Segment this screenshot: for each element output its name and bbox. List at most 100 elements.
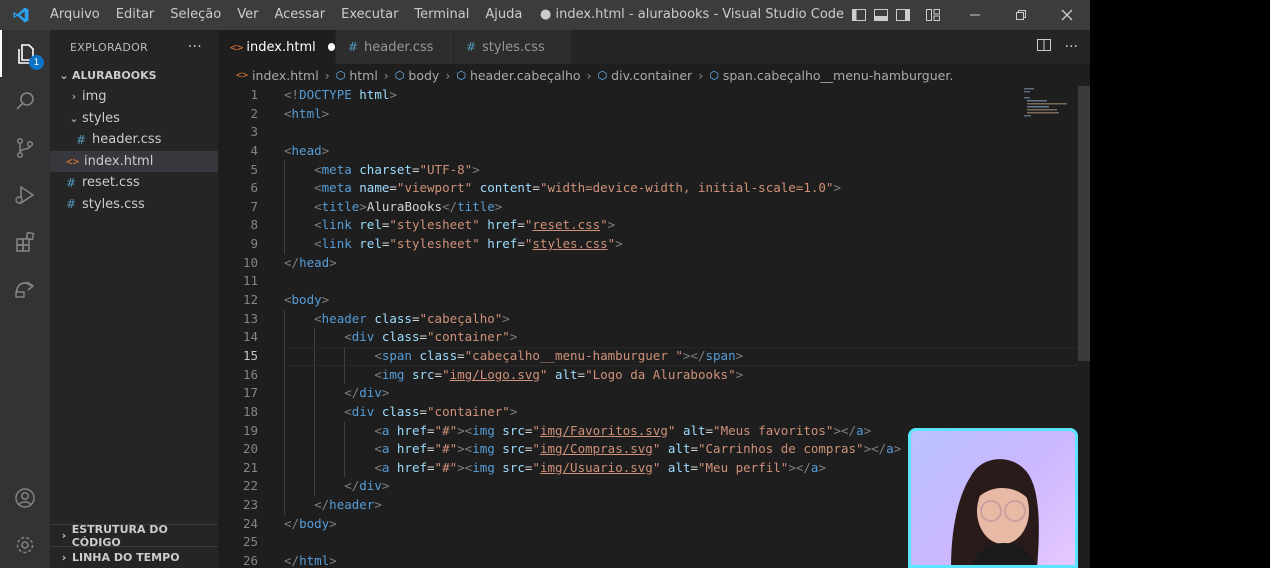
code-text: </header> (258, 496, 382, 515)
menu-item-4[interactable]: Acessar (266, 0, 333, 30)
code-line[interactable]: 13 <header class="cabeçalho"> (218, 309, 1078, 329)
code-line[interactable]: 11 (218, 272, 1078, 291)
source-control-icon[interactable] (0, 124, 50, 171)
tree-item-header-css[interactable]: # header.css (50, 129, 218, 151)
menu-item-6[interactable]: Terminal (406, 0, 477, 30)
code-line[interactable]: 3 (218, 123, 1078, 142)
menu-item-0[interactable]: Arquivo (42, 0, 108, 30)
css-file-icon: # (76, 132, 87, 147)
toggle-sidebar-icon[interactable] (848, 0, 870, 30)
code-line[interactable]: 12 <body> (218, 291, 1078, 310)
tree-item-label: header.css (92, 132, 162, 148)
indent-guide (314, 328, 316, 347)
code-line[interactable]: 16 <img src="img/Logo.svg" alt="Logo da … (218, 365, 1078, 385)
line-number: 10 (242, 254, 258, 270)
outline-section-header[interactable]: › ESTRUTURA DO CÓDIGO (50, 523, 218, 549)
indent-guide (314, 477, 316, 497)
code-line[interactable]: 17 </div> (218, 384, 1078, 403)
search-icon[interactable] (0, 77, 50, 124)
code-line[interactable]: 9 <link rel="stylesheet" href="styles.cs… (218, 235, 1078, 254)
breadcrumb-item[interactable]: index.html (252, 68, 319, 83)
chevron-right-icon: › (61, 551, 67, 564)
code-line[interactable]: 1 <!DOCTYPE html> (218, 86, 1078, 105)
code-line[interactable]: 18 <div class="container"> (218, 402, 1078, 422)
explorer-icon[interactable]: 1 (0, 30, 50, 77)
code-line[interactable]: 8 <link rel="stylesheet" href="reset.css… (218, 216, 1078, 236)
toggle-panel-icon[interactable] (870, 0, 892, 30)
scrollbar-thumb[interactable] (1078, 86, 1090, 361)
minimap[interactable] (1018, 86, 1078, 126)
indent-guide (284, 440, 285, 459)
indent-guide (344, 365, 346, 385)
tab-styles-css[interactable]: # styles.css (454, 30, 572, 64)
tab-header-css[interactable]: # header.css (336, 30, 454, 64)
element-symbol-icon: ⬡ (456, 68, 466, 82)
indent-guide (314, 365, 316, 385)
code-line[interactable]: 15 <span class="cabeçalho__menu-hamburgu… (218, 346, 1078, 366)
tree-item-index-html[interactable]: <> index.html (50, 150, 218, 172)
css-file-icon: # (66, 197, 77, 212)
tree-item-img[interactable]: › img (50, 86, 218, 108)
remote-explorer-icon[interactable] (0, 265, 50, 312)
line-number: 16 (242, 366, 258, 382)
vscode-logo-icon[interactable] (0, 6, 42, 24)
menu-item-1[interactable]: Editar (108, 0, 163, 30)
run-debug-icon[interactable] (0, 171, 50, 218)
breadcrumb-item[interactable]: span.cabeçalho__menu-hamburguer. (723, 68, 954, 83)
html-file-icon: <> (236, 69, 249, 81)
code-line[interactable]: 5 <meta charset="UTF-8"> (218, 160, 1078, 180)
line-number: 26 (242, 553, 258, 568)
vertical-scrollbar[interactable] (1078, 86, 1090, 568)
timeline-section-header[interactable]: › LINHA DO TEMPO (50, 546, 218, 568)
indent-guide (284, 402, 285, 422)
css-file-icon: # (66, 175, 77, 190)
breadcrumb-item[interactable]: body (408, 68, 439, 83)
tab-index-html[interactable]: <> index.html (218, 30, 336, 64)
customize-layout-icon[interactable] (922, 0, 944, 30)
tree-item-label: reset.css (82, 175, 140, 191)
code-text: <title>AluraBooks</title> (258, 197, 502, 217)
tree-item-reset-css[interactable]: # reset.css (50, 172, 218, 194)
code-line[interactable]: 7 <title>AluraBooks</title> (218, 197, 1078, 217)
breadcrumb-separator-icon: › (586, 67, 592, 83)
code-text: <a href="#"><img src="img/Favoritos.svg"… (258, 421, 871, 441)
close-icon[interactable] (1044, 0, 1090, 30)
indent-guide (284, 421, 285, 441)
more-actions-icon[interactable]: ··· (188, 39, 202, 55)
code-line[interactable]: 14 <div class="container"> (218, 328, 1078, 347)
indent-guide (314, 421, 316, 441)
indent-guide (284, 160, 285, 180)
code-line[interactable]: 4 <head> (218, 142, 1078, 161)
sidebar-bottom-panels: › ESTRUTURA DO CÓDIGO › LINHA DO TEMPO (50, 523, 218, 568)
menu-item-2[interactable]: Seleção (162, 0, 229, 30)
line-number: 8 (250, 217, 258, 233)
more-actions-icon[interactable]: ··· (1065, 39, 1078, 55)
tree-item-label: styles (82, 110, 120, 126)
restore-icon[interactable] (998, 0, 1044, 30)
indent-guide (284, 309, 285, 329)
tree-item-styles[interactable]: ⌄ styles (50, 108, 218, 130)
code-line[interactable]: 6 <meta name="viewport" content="width=d… (218, 179, 1078, 198)
unsaved-dot-icon[interactable] (327, 43, 335, 51)
menu-item-7[interactable]: Ajuda (477, 0, 530, 30)
indent-guide (284, 216, 285, 236)
line-number: 1 (250, 87, 258, 102)
minimize-icon[interactable] (952, 0, 998, 30)
breadcrumb-item[interactable]: header.cabeçalho (470, 68, 581, 83)
tree-item-styles-css[interactable]: # styles.css (50, 194, 218, 216)
code-line[interactable]: 10 </head> (218, 254, 1078, 273)
project-folder-header[interactable]: ⌄ ALURABOOKS (50, 64, 218, 86)
breadcrumb-item[interactable]: div.container (611, 68, 692, 83)
extensions-icon[interactable] (0, 218, 50, 265)
menu-item-3[interactable]: Ver (229, 0, 266, 30)
code-line[interactable]: 2 <html> (218, 105, 1078, 124)
accounts-icon[interactable] (0, 474, 50, 521)
line-number: 2 (250, 105, 258, 121)
code-text: </div> (258, 384, 389, 403)
line-number: 21 (242, 459, 258, 475)
breadcrumb-item[interactable]: html (349, 68, 377, 83)
toggle-secondary-sidebar-icon[interactable] (892, 0, 914, 30)
settings-gear-icon[interactable] (0, 521, 50, 568)
menu-item-5[interactable]: Executar (333, 0, 406, 30)
split-editor-icon[interactable] (1036, 39, 1051, 55)
